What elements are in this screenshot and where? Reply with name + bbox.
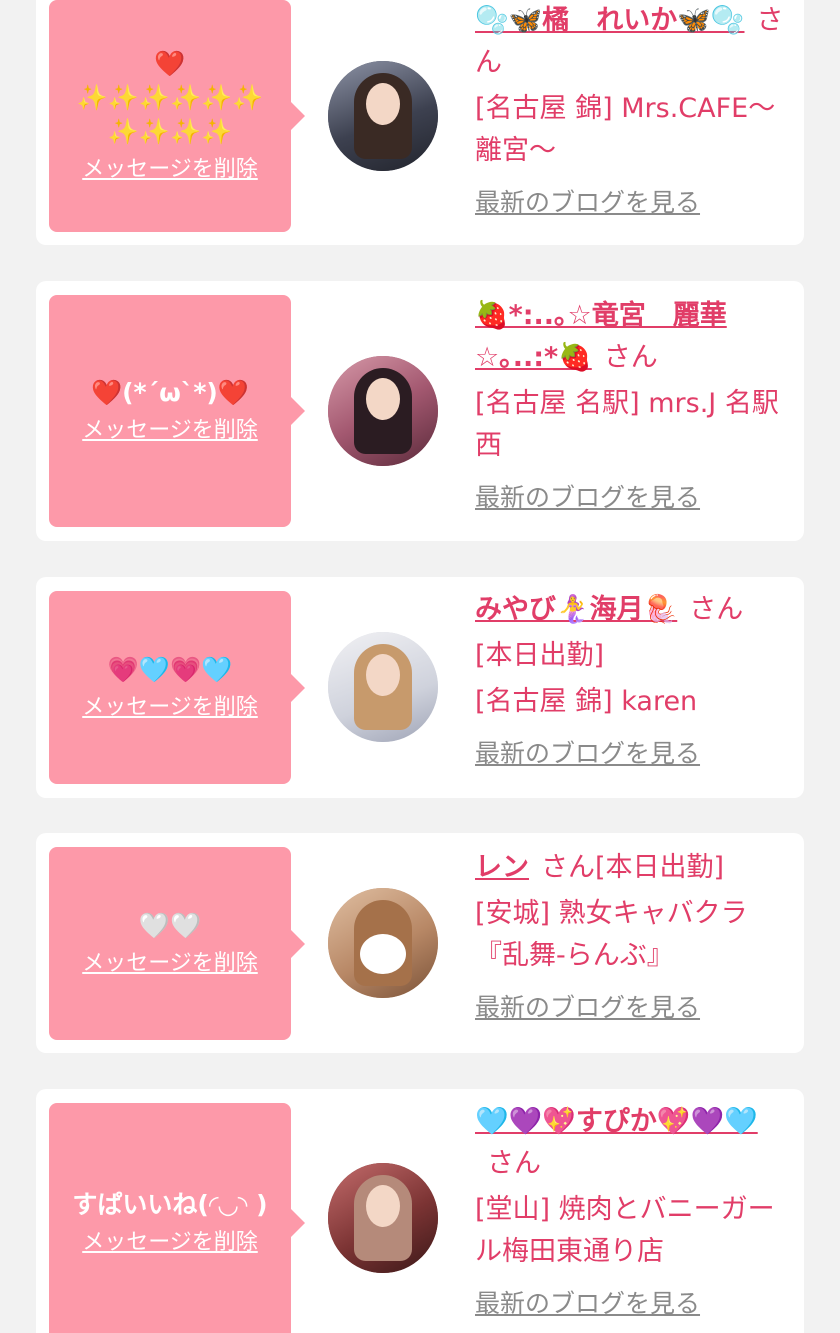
profile-info: 🍓*:..｡☆竜宮 麗華☆｡..:*🍓 さん [名古屋 名駅] mrs.J 名駅西… xyxy=(475,295,795,519)
profile-name-link[interactable]: 🍓*:..｡☆竜宮 麗華☆｡..:*🍓 xyxy=(475,300,727,373)
avatar[interactable] xyxy=(328,356,438,466)
shop-name: [堂山] 焼肉とバニーガール梅田東通り店 xyxy=(475,1194,775,1267)
latest-blog-link[interactable]: 最新のブログを見る xyxy=(475,987,700,1029)
message-bubble: 🤍🤍 メッセージを削除 xyxy=(49,847,305,1040)
shop-name: [安城] 熟女キャバクラ『乱舞-らんぶ』 xyxy=(475,898,748,971)
latest-blog-link[interactable]: 最新のブログを見る xyxy=(475,1283,700,1325)
message-bubble: 💗🩵💗🩵 メッセージを削除 xyxy=(49,591,305,784)
delete-message-link[interactable]: メッセージを削除 xyxy=(82,693,258,723)
name-line: みやび🧜‍♀️海月🪼 さん xyxy=(475,589,795,631)
avatar-face xyxy=(366,83,400,125)
profile-info: 🫧🦋橘 れいか🦋🫧 さん [名古屋 錦] Mrs.CAFE～離宮～ 最新のブログを… xyxy=(475,0,795,224)
profile-info: みやび🧜‍♀️海月🪼 さん [本日出勤] [名古屋 錦] karen 最新のブログ… xyxy=(475,589,795,775)
profile-name-link[interactable]: 🩵💜💖すぴか💖💜🩵 xyxy=(475,1106,758,1137)
avatar-face xyxy=(360,934,406,974)
work-status: [本日出勤] xyxy=(475,640,605,671)
name-line: レン さん[本日出勤] xyxy=(475,847,795,889)
avatar-face xyxy=(366,1185,400,1227)
list-item: 🤍🤍 メッセージを削除 レン さん[本日出勤] [安城] 熟女キャバクラ『乱舞-ら… xyxy=(36,833,804,1053)
shop-name: [名古屋 錦] Mrs.CAFE～離宮～ xyxy=(475,93,776,166)
avatar-face xyxy=(366,378,400,420)
list-item: 💗🩵💗🩵 メッセージを削除 みやび🧜‍♀️海月🪼 さん [本日出勤] [名古屋 錦… xyxy=(36,577,804,798)
honorific: さん xyxy=(603,342,658,373)
list-item: ❤️ ✨✨✨✨✨✨ ✨✨✨✨ メッセージを削除 🫧🦋橘 れいか🦋🫧 さん [名古屋… xyxy=(36,0,804,245)
message-text: ❤️(*´ω`*)❤️ xyxy=(91,378,249,407)
honorific: さん[本日出勤] xyxy=(541,852,725,883)
message-text: ❤️ ✨✨✨✨✨✨ ✨✨✨✨ xyxy=(76,49,264,146)
delete-message-link[interactable]: メッセージを削除 xyxy=(82,155,258,185)
name-line: 🍓*:..｡☆竜宮 麗華☆｡..:*🍓 さん xyxy=(475,295,795,379)
shop-name: [名古屋 錦] karen xyxy=(475,686,698,717)
avatar-face xyxy=(366,654,400,696)
message-text: すぱいいね(◜◡◝ ) xyxy=(72,1190,268,1219)
message-bubble: ❤️(*´ω`*)❤️ メッセージを削除 xyxy=(49,295,305,527)
avatar[interactable] xyxy=(328,888,438,998)
profile-info: 🩵💜💖すぴか💖💜🩵 さん [堂山] 焼肉とバニーガール梅田東通り店 最新のブログを… xyxy=(475,1101,795,1325)
avatar[interactable] xyxy=(328,1163,438,1273)
delete-message-link[interactable]: メッセージを削除 xyxy=(82,416,258,446)
name-line: 🩵💜💖すぴか💖💜🩵 さん xyxy=(475,1101,795,1185)
profile-name-link[interactable]: みやび🧜‍♀️海月🪼 xyxy=(475,594,677,625)
message-bubble: ❤️ ✨✨✨✨✨✨ ✨✨✨✨ メッセージを削除 xyxy=(49,0,305,232)
message-text: 🤍🤍 xyxy=(138,910,202,940)
avatar[interactable] xyxy=(328,61,438,171)
delete-message-link[interactable]: メッセージを削除 xyxy=(82,1228,258,1258)
message-text: 💗🩵💗🩵 xyxy=(107,654,233,684)
honorific: さん xyxy=(487,1148,541,1179)
latest-blog-link[interactable]: 最新のブログを見る xyxy=(475,477,700,519)
profile-name-link[interactable]: 🫧🦋橘 れいか🦋🫧 xyxy=(475,5,744,36)
list-item: すぱいいね(◜◡◝ ) メッセージを削除 🩵💜💖すぴか💖💜🩵 さん [堂山] 焼肉… xyxy=(36,1089,804,1333)
profile-info: レン さん[本日出勤] [安城] 熟女キャバクラ『乱舞-らんぶ』 最新のブログを見… xyxy=(475,847,795,1029)
avatar[interactable] xyxy=(328,632,438,742)
message-list: ❤️ ✨✨✨✨✨✨ ✨✨✨✨ メッセージを削除 🫧🦋橘 れいか🦋🫧 さん [名古屋… xyxy=(0,0,840,1333)
delete-message-link[interactable]: メッセージを削除 xyxy=(82,949,258,979)
latest-blog-link[interactable]: 最新のブログを見る xyxy=(475,733,700,775)
latest-blog-link[interactable]: 最新のブログを見る xyxy=(475,182,700,224)
name-line: 🫧🦋橘 れいか🦋🫧 さん xyxy=(475,0,795,84)
message-bubble: すぱいいね(◜◡◝ ) メッセージを削除 xyxy=(49,1103,305,1333)
profile-name-link[interactable]: レン xyxy=(475,852,529,883)
honorific: さん xyxy=(689,594,744,625)
list-item: ❤️(*´ω`*)❤️ メッセージを削除 🍓*:..｡☆竜宮 麗華☆｡..:*🍓… xyxy=(36,281,804,541)
shop-name: [名古屋 名駅] mrs.J 名駅西 xyxy=(475,388,779,461)
